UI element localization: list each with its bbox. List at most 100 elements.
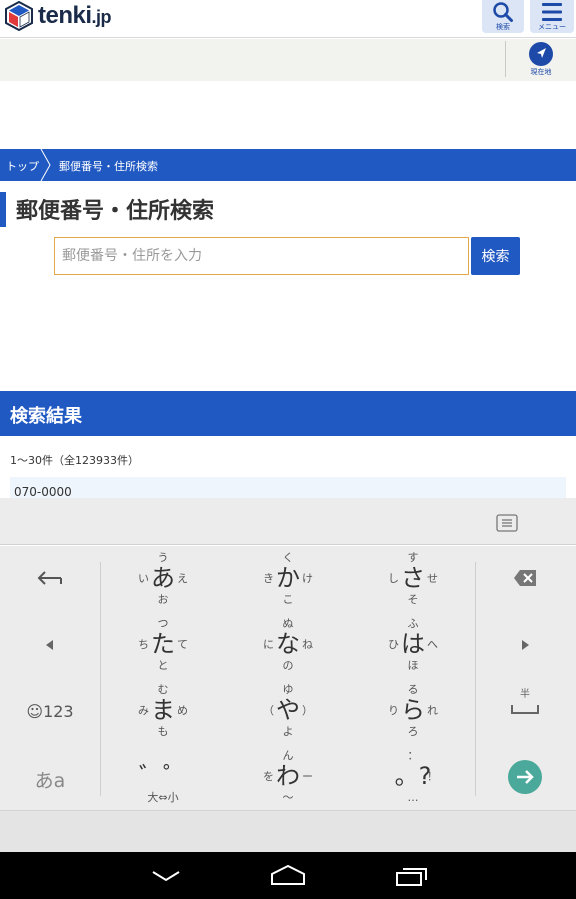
kana-key-main: さ bbox=[401, 564, 425, 592]
current-location-button[interactable]: 現在地 bbox=[505, 41, 576, 77]
logo-text: tenki.jp bbox=[38, 2, 112, 29]
space-key[interactable]: 半 bbox=[475, 680, 575, 742]
recent-apps-icon[interactable] bbox=[395, 865, 429, 887]
search-input[interactable] bbox=[54, 237, 469, 275]
page-title: 郵便番号・住所検索 bbox=[16, 199, 215, 224]
kana-key-main: 。? bbox=[394, 762, 432, 790]
kana-key[interactable]: つちたてと bbox=[118, 614, 208, 676]
enter-key[interactable] bbox=[475, 746, 575, 808]
right-triangle-icon bbox=[522, 640, 529, 650]
kana-key[interactable]: ぬになねの bbox=[243, 614, 333, 676]
keyboard-toolbar bbox=[0, 498, 576, 545]
kana-key-right: め bbox=[177, 704, 188, 717]
kana-key-right: ね bbox=[302, 638, 313, 651]
backspace-key[interactable] bbox=[475, 548, 575, 610]
kana-key-up: む bbox=[157, 683, 169, 696]
kana-key-right: ） bbox=[302, 704, 313, 717]
system-navigation-bar bbox=[0, 852, 576, 899]
navigation-arrow-icon bbox=[529, 42, 553, 66]
kana-key-right: せ bbox=[427, 572, 438, 585]
result-postal-code: 070-0000 bbox=[14, 485, 72, 499]
kana-key[interactable]: ふひはへほ bbox=[368, 614, 458, 676]
kana-key-down: こ bbox=[282, 593, 294, 606]
results-count: 1〜30件（全123933件） bbox=[10, 454, 139, 467]
kana-key-main: ゛゜ bbox=[139, 762, 187, 790]
sub-toolbar bbox=[0, 39, 576, 81]
kana-key-up: く bbox=[282, 551, 294, 564]
kana-key-down: そ bbox=[407, 593, 419, 606]
home-icon[interactable] bbox=[270, 864, 306, 886]
back-chevron-icon[interactable] bbox=[150, 868, 182, 884]
results-header: 検索結果 bbox=[0, 391, 576, 436]
kana-key[interactable]: すしさせそ bbox=[368, 548, 458, 610]
kana-key-down: よ bbox=[282, 725, 294, 738]
left-triangle-icon bbox=[46, 640, 53, 650]
kana-key-down: ほ bbox=[407, 659, 419, 672]
kana-key-down: ろ bbox=[407, 725, 419, 738]
kana-key[interactable]: んをわー〜 bbox=[243, 746, 333, 808]
site-logo[interactable]: tenki.jp bbox=[4, 0, 112, 32]
input-mode-label: あa bbox=[34, 770, 66, 792]
kana-key-up: ん bbox=[282, 749, 294, 762]
kana-key-main: は bbox=[401, 630, 425, 658]
kana-key-down: の bbox=[282, 659, 294, 672]
kana-key-up: ： bbox=[407, 749, 419, 762]
input-mode-key[interactable]: あa bbox=[0, 746, 100, 808]
kana-key-main: や bbox=[276, 696, 300, 724]
kana-key[interactable]: むみまめも bbox=[118, 680, 208, 742]
kana-key[interactable]: ：。?！ … bbox=[368, 746, 458, 808]
keyboard-bottom-bar bbox=[0, 810, 576, 852]
kana-key[interactable]: ゆ（や）よ bbox=[243, 680, 333, 742]
kana-key-up: ふ bbox=[407, 617, 419, 630]
kana-key[interactable]: るりられろ bbox=[368, 680, 458, 742]
kana-key-right: け bbox=[302, 572, 313, 585]
kana-key-up: ゆ bbox=[282, 683, 294, 696]
kana-key-right: て bbox=[177, 638, 188, 651]
kana-key[interactable]: くきかけこ bbox=[243, 548, 333, 610]
kana-key-main: ら bbox=[401, 696, 425, 724]
breadcrumb-current: 郵便番号・住所検索 bbox=[59, 160, 158, 173]
kana-key[interactable]: ういあえお bbox=[118, 548, 208, 610]
kana-key-right: ー bbox=[302, 770, 313, 783]
breadcrumb: トップ 郵便番号・住所検索 bbox=[0, 149, 576, 181]
kana-key-down: 〜 bbox=[282, 791, 294, 804]
kana-key-down: 大⇔小 bbox=[147, 791, 179, 804]
header-search-button[interactable]: 検索 bbox=[482, 0, 524, 33]
search-icon bbox=[493, 2, 513, 22]
breadcrumb-home-link[interactable]: トップ bbox=[6, 158, 39, 174]
kana-key-down: も bbox=[157, 725, 169, 738]
kana-key-up: う bbox=[157, 551, 169, 564]
cursor-left-key[interactable] bbox=[0, 614, 100, 676]
kana-key-main: か bbox=[276, 564, 300, 592]
result-row[interactable]: 070-0000 bbox=[10, 477, 566, 499]
kana-key-up: る bbox=[407, 683, 419, 696]
kana-key-main: あ bbox=[151, 564, 175, 592]
kana-key-main: わ bbox=[276, 762, 300, 790]
kana-key-down: … bbox=[407, 791, 419, 804]
kana-key-right: ！ bbox=[427, 770, 438, 783]
space-bar-icon bbox=[511, 705, 539, 714]
kana-key-up: す bbox=[407, 551, 419, 564]
kana-key-right: へ bbox=[427, 638, 438, 651]
site-header: tenki.jp 検索 メニュー bbox=[0, 0, 576, 38]
kana-key-down: と bbox=[157, 659, 169, 672]
kana-key-main: た bbox=[151, 630, 175, 658]
emoji-number-label: ☺123 bbox=[26, 702, 74, 721]
undo-arrow-icon bbox=[37, 571, 62, 585]
half-width-label: 半 bbox=[520, 689, 530, 700]
results-title: 検索結果 bbox=[10, 406, 82, 427]
keyboard-menu-icon[interactable] bbox=[496, 514, 518, 532]
current-location-label: 現在地 bbox=[530, 68, 552, 76]
kana-key-up: ぬ bbox=[282, 617, 294, 630]
kana-key-right: え bbox=[177, 572, 188, 585]
emoji-number-key[interactable]: ☺123 bbox=[0, 680, 100, 742]
kana-key-right: れ bbox=[427, 704, 438, 717]
kana-key-main: ま bbox=[151, 696, 175, 724]
kana-key-up: つ bbox=[157, 617, 169, 630]
cursor-right-key[interactable] bbox=[475, 614, 575, 676]
kana-key[interactable]: ゛゜ 大⇔小 bbox=[118, 746, 208, 808]
breadcrumb-chevron-icon bbox=[40, 149, 51, 181]
header-menu-button[interactable]: メニュー bbox=[530, 0, 574, 33]
search-submit-button[interactable]: 検索 bbox=[471, 237, 520, 275]
undo-key[interactable] bbox=[0, 548, 100, 610]
